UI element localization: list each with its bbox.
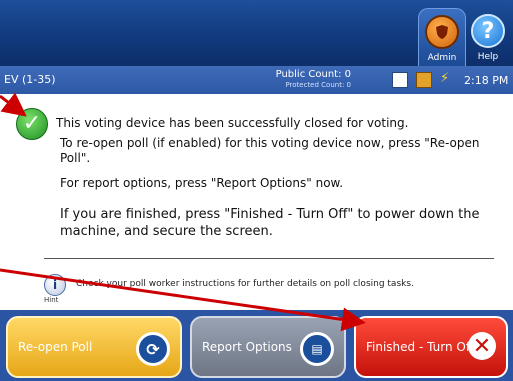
document-icon xyxy=(392,72,408,88)
report-instruction: For report options, press "Report Option… xyxy=(60,176,344,190)
report-options-label: Report Options xyxy=(202,339,292,354)
status-bar: EV (1-35) Public Count: 0 Protected Coun… xyxy=(0,66,513,94)
close-x-icon: ✕ xyxy=(468,332,496,360)
device-label: EV (1-35) xyxy=(4,73,56,86)
admin-tab[interactable]: Admin xyxy=(418,8,466,67)
help-tab[interactable]: ? Help xyxy=(465,8,511,66)
reopen-poll-button[interactable]: Re-open Poll ⟳ xyxy=(6,316,182,378)
reopen-poll-label: Re-open Poll xyxy=(18,339,93,354)
divider xyxy=(44,258,494,259)
question-icon: ? xyxy=(471,14,505,48)
button-bar: Re-open Poll ⟳ Report Options ▤ Finished… xyxy=(0,310,513,381)
help-tab-label: Help xyxy=(477,52,499,62)
closed-message: This voting device has been successfully… xyxy=(56,116,409,130)
main-content: ✓ This voting device has been successful… xyxy=(0,94,513,310)
checkmark-icon: ✓ xyxy=(16,108,48,140)
finished-turn-off-label: Finished - Turn Off xyxy=(366,339,475,354)
hint-label: Hint xyxy=(44,296,59,304)
shield-icon xyxy=(425,15,459,49)
finished-turn-off-button[interactable]: Finished - Turn Off ✕ xyxy=(354,316,508,378)
finish-instruction: If you are finished, press "Finished - T… xyxy=(60,207,480,239)
message-panel: ✓ This voting device has been successful… xyxy=(10,102,499,304)
hint-text: Check your poll worker instructions for … xyxy=(76,279,414,289)
refresh-icon: ⟳ xyxy=(136,332,170,366)
top-header: Admin ? Help xyxy=(0,0,513,67)
clock: 2:18 PM xyxy=(464,74,509,87)
count-display: Public Count: 0 Protected Count: 0 xyxy=(255,69,351,91)
report-options-button[interactable]: Report Options ▤ xyxy=(190,316,346,378)
public-count: Public Count: 0 xyxy=(275,69,351,80)
printer-icon: ▤ xyxy=(300,332,334,366)
hint-icon: i xyxy=(44,274,66,296)
admin-tab-label: Admin xyxy=(427,53,457,63)
power-plug-icon: ⚡ xyxy=(440,71,450,86)
reopen-instruction: To re-open poll (if enabled) for this vo… xyxy=(60,136,480,165)
disk-icon xyxy=(416,72,432,88)
protected-count: Protected Count: 0 xyxy=(285,81,351,89)
